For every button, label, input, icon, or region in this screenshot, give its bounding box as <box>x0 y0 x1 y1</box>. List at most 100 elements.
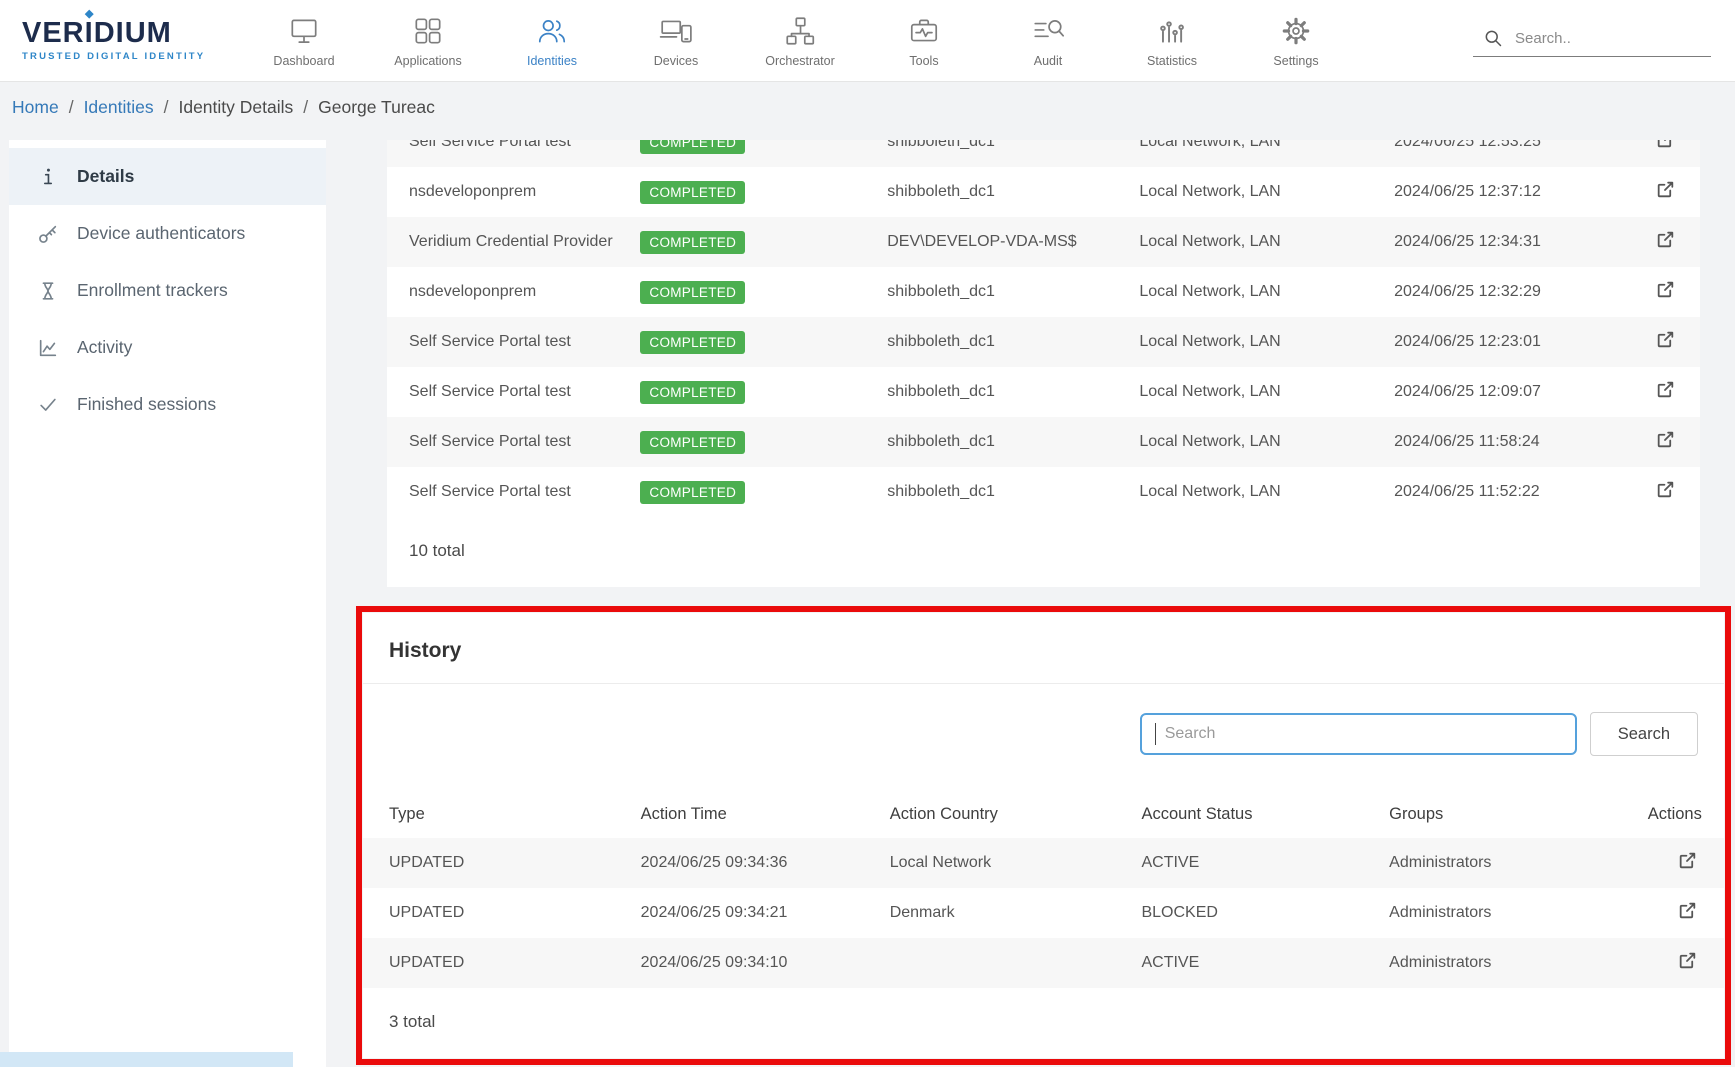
breadcrumb-separator: / <box>303 97 308 118</box>
sidebar-item-label: Enrollment trackers <box>77 280 228 301</box>
session-row[interactable]: nsdeveloponprem COMPLETED shibboleth_dc1… <box>387 267 1700 317</box>
breadcrumb-separator: / <box>69 97 74 118</box>
statistics-icon <box>1155 14 1189 48</box>
open-session-button[interactable] <box>1655 179 1676 200</box>
column-header-type: Type <box>363 790 641 838</box>
session-name: Veridium Credential Provider <box>387 217 640 267</box>
text-cursor <box>1155 723 1157 745</box>
history-title: History <box>363 613 1724 683</box>
finished-sessions-table: Self Service Portal test COMPLETED shibb… <box>387 140 1700 517</box>
history-type: UPDATED <box>363 838 641 888</box>
history-search-button[interactable]: Search <box>1590 712 1698 756</box>
sidebar-item-label: Activity <box>77 337 132 358</box>
sidebar-item-activity[interactable]: Activity <box>9 319 326 376</box>
session-time: 2024/06/25 12:53:25 <box>1394 140 1630 167</box>
session-row[interactable]: Veridium Credential Provider COMPLETED D… <box>387 217 1700 267</box>
history-total: 3 total <box>363 988 1724 1052</box>
sidebar-item-finished-sessions[interactable]: Finished sessions <box>9 376 326 433</box>
main-panel: Self Service Portal test COMPLETED shibb… <box>387 140 1700 1067</box>
session-row[interactable]: Self Service Portal test COMPLETED shibb… <box>387 467 1700 517</box>
open-history-entry-button[interactable] <box>1677 900 1698 921</box>
status-badge: COMPLETED <box>640 231 745 254</box>
column-header-action-time: Action Time <box>641 790 890 838</box>
open-history-entry-button[interactable] <box>1677 950 1698 971</box>
history-account-status: ACTIVE <box>1141 838 1389 888</box>
history-card: History Search Typ <box>363 613 1724 1058</box>
breadcrumb-identity-details: Identity Details <box>178 97 293 118</box>
nav-item-applications[interactable]: Applications <box>366 14 490 68</box>
global-search-input[interactable] <box>1515 30 1714 47</box>
hourglass-icon <box>36 279 60 303</box>
open-session-button[interactable] <box>1655 479 1676 500</box>
session-time: 2024/06/25 11:58:24 <box>1394 417 1630 467</box>
info-icon <box>36 165 60 189</box>
content-area: Details Device authenticators Enrollment… <box>0 132 1735 1067</box>
global-search <box>1473 24 1711 57</box>
nav-item-settings[interactable]: Settings <box>1234 14 1358 68</box>
sidebar-item-device-authenticators[interactable]: Device authenticators <box>9 205 326 262</box>
devices-icon <box>659 14 693 48</box>
logo-wordmark: VER◆IDIUM <box>22 19 218 48</box>
sidebar-item-enrollment-trackers[interactable]: Enrollment trackers <box>9 262 326 319</box>
open-session-button[interactable] <box>1655 279 1676 300</box>
history-account-status: BLOCKED <box>1141 888 1389 938</box>
nav-item-orchestrator[interactable]: Orchestrator <box>738 14 862 68</box>
session-location: Local Network, LAN <box>1139 367 1394 417</box>
session-time: 2024/06/25 12:34:31 <box>1394 217 1630 267</box>
open-history-entry-button[interactable] <box>1677 850 1698 871</box>
sidebar-item-details[interactable]: Details <box>9 148 326 205</box>
open-session-button[interactable] <box>1655 429 1676 450</box>
veridium-logo[interactable]: VER◆IDIUM TRUSTED DIGITAL IDENTITY <box>22 19 218 62</box>
status-badge: COMPLETED <box>640 281 745 304</box>
session-location: Local Network, LAN <box>1139 267 1394 317</box>
status-badge: COMPLETED <box>640 431 745 454</box>
nav-item-identities[interactable]: Identities <box>490 14 614 68</box>
nav-item-label: Applications <box>394 54 461 68</box>
column-header-actions: Actions <box>1648 790 1724 838</box>
session-time: 2024/06/25 12:37:12 <box>1394 167 1630 217</box>
history-row[interactable]: UPDATED 2024/06/25 09:34:10 ACTIVE Admin… <box>363 938 1724 988</box>
session-time: 2024/06/25 12:23:01 <box>1394 317 1630 367</box>
history-row[interactable]: UPDATED 2024/06/25 09:34:36 Local Networ… <box>363 838 1724 888</box>
column-header-action-country: Action Country <box>890 790 1142 838</box>
open-session-button[interactable] <box>1655 229 1676 250</box>
history-row[interactable]: UPDATED 2024/06/25 09:34:21 Denmark BLOC… <box>363 888 1724 938</box>
history-groups: Administrators <box>1389 888 1648 938</box>
key-icon <box>36 222 60 246</box>
session-row[interactable]: Self Service Portal test COMPLETED shibb… <box>387 317 1700 367</box>
history-search-input[interactable] <box>1140 713 1577 755</box>
search-icon <box>1483 28 1503 48</box>
breadcrumb-home[interactable]: Home <box>12 97 59 118</box>
session-location: Local Network, LAN <box>1139 467 1394 517</box>
check-icon <box>36 393 60 417</box>
diamond-icon: ◆ <box>85 9 93 20</box>
status-badge: COMPLETED <box>640 381 745 404</box>
open-session-button[interactable] <box>1655 329 1676 350</box>
session-name: Self Service Portal test <box>387 140 640 167</box>
nav-item-audit[interactable]: Audit <box>986 14 1110 68</box>
session-row[interactable]: nsdeveloponprem COMPLETED shibboleth_dc1… <box>387 167 1700 217</box>
session-server: DEV\DEVELOP-VDA-MS$ <box>887 217 1139 267</box>
session-location: Local Network, LAN <box>1139 217 1394 267</box>
session-row[interactable]: Self Service Portal test COMPLETED shibb… <box>387 367 1700 417</box>
status-badge: COMPLETED <box>640 140 745 154</box>
session-name: Self Service Portal test <box>387 317 640 367</box>
open-session-button[interactable] <box>1655 140 1676 150</box>
settings-icon <box>1279 14 1313 48</box>
nav-item-statistics[interactable]: Statistics <box>1110 14 1234 68</box>
nav-item-tools[interactable]: Tools <box>862 14 986 68</box>
open-session-button[interactable] <box>1655 379 1676 400</box>
session-row[interactable]: Self Service Portal test COMPLETED shibb… <box>387 417 1700 467</box>
session-server: shibboleth_dc1 <box>887 367 1139 417</box>
nav-item-dashboard[interactable]: Dashboard <box>242 14 366 68</box>
session-name: nsdeveloponprem <box>387 267 640 317</box>
session-row[interactable]: Self Service Portal test COMPLETED shibb… <box>387 140 1700 167</box>
history-groups: Administrators <box>1389 838 1648 888</box>
history-action-country: Local Network <box>890 838 1142 888</box>
nav-item-devices[interactable]: Devices <box>614 14 738 68</box>
dashboard-icon <box>287 14 321 48</box>
tools-icon <box>907 14 941 48</box>
sessions-total: 10 total <box>387 517 1700 587</box>
breadcrumb-identities[interactable]: Identities <box>84 97 154 118</box>
identity-sidebar: Details Device authenticators Enrollment… <box>9 140 326 1067</box>
